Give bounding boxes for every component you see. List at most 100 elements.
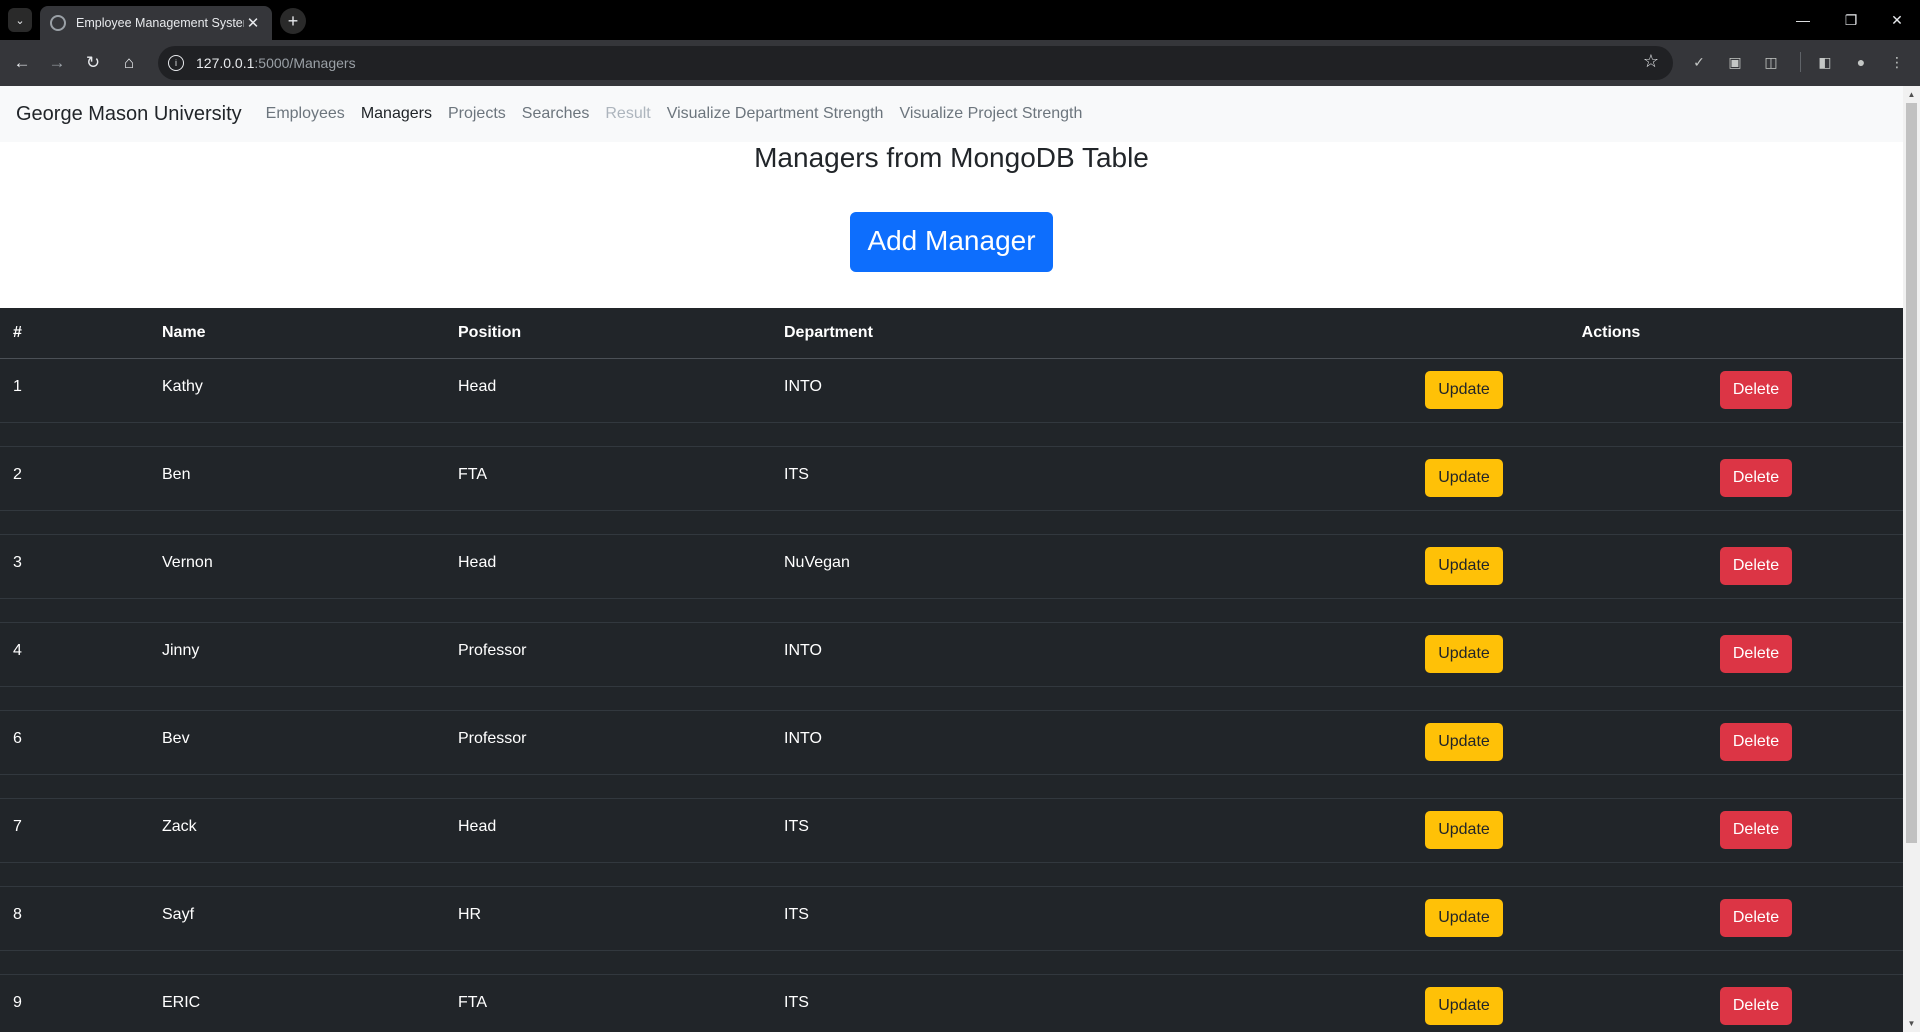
delete-cell: Delete [1609,446,1903,511]
nav-link-searches[interactable]: Searches [522,105,590,123]
update-button[interactable]: Update [1425,634,1503,673]
restore-icon[interactable]: ❐ [1830,0,1872,40]
address-bar[interactable]: i 127.0.0.1:5000/Managers ☆ [158,46,1673,80]
delete-cell: Delete [1609,534,1903,599]
row-department: ITS [771,974,1319,1032]
row-number: 1 [0,358,149,423]
update-button[interactable]: Update [1425,986,1503,1025]
browser-tabstrip: ⌄ Employee Management System ✕ + — ❐ ✕ [0,0,1920,40]
table-row: 4 Jinny Professor INTO Update Delete [0,622,1903,687]
table-row: 6 Bev Professor INTO Update Delete [0,710,1903,775]
update-cell: Update [1319,710,1609,775]
table-body: 1 Kathy Head INTO Update Delete 2 Ben FTA ITS Upda… [0,358,1903,1032]
row-spacer [0,862,1903,887]
row-number: 8 [0,886,149,951]
update-button[interactable]: Update [1425,370,1503,409]
nav-link-projects[interactable]: Projects [448,105,506,123]
window-close-icon[interactable]: ✕ [1876,0,1918,40]
back-arrow-icon[interactable]: ← [8,49,36,77]
delete-button[interactable]: Delete [1719,634,1793,673]
nav-link-result: Result [605,105,651,122]
delete-button[interactable]: Delete [1719,722,1793,761]
scroll-up-arrow-icon[interactable]: ▲ [1903,86,1920,103]
reload-icon[interactable]: ↻ [79,49,107,77]
row-position: FTA [445,974,771,1032]
managers-table-container: # Name Position Department Actions 1 Kath… [0,308,1903,1032]
update-button[interactable]: Update [1425,722,1503,761]
delete-button[interactable]: Delete [1719,986,1793,1025]
url-path: :5000/Managers [254,55,356,71]
row-number: 2 [0,446,149,511]
table-row: 3 Vernon Head NuVegan Update Delete [0,534,1903,599]
delete-button[interactable]: Delete [1719,458,1793,497]
row-name: Zack [149,798,445,863]
row-name: Ben [149,446,445,511]
shield-extension-icon[interactable]: ▣ [1724,51,1746,73]
row-spacer [0,950,1903,975]
navbar-brand[interactable]: George Mason University [16,103,242,126]
nav-link-visualize-department[interactable]: Visualize Department Strength [667,105,884,123]
row-position: Professor [445,622,771,687]
row-number: 7 [0,798,149,863]
home-icon[interactable]: ⌂ [115,49,143,77]
row-spacer-cell [0,862,1903,887]
navbar: George Mason University Employees Manage… [0,86,1903,142]
menu-kebab-icon[interactable]: ⋮ [1886,51,1908,73]
checkmark-extension-icon[interactable]: ✓ [1688,51,1710,73]
profile-avatar-icon[interactable]: ● [1850,51,1872,73]
update-cell: Update [1319,798,1609,863]
nav-link-managers[interactable]: Managers [361,105,432,123]
row-name: Vernon [149,534,445,599]
update-cell: Update [1319,446,1609,511]
update-button[interactable]: Update [1425,898,1503,937]
page-scrollbar[interactable]: ▲ ▼ [1903,86,1920,1032]
update-button[interactable]: Update [1425,546,1503,585]
side-panel-icon[interactable]: ◧ [1814,51,1836,73]
row-department: ITS [771,798,1319,863]
row-spacer-cell [0,598,1903,623]
nav-link-visualize-project[interactable]: Visualize Project Strength [899,105,1082,123]
table-row: 8 Sayf HR ITS Update Delete [0,886,1903,951]
browser-tab[interactable]: Employee Management System ✕ [40,6,272,40]
row-spacer-cell [0,774,1903,799]
add-button-wrapper: Add Manager [0,212,1903,272]
add-manager-button[interactable]: Add Manager [850,212,1053,272]
row-department: NuVegan [771,534,1319,599]
row-department: INTO [771,710,1319,775]
row-spacer [0,686,1903,711]
row-position: FTA [445,446,771,511]
table-row: 2 Ben FTA ITS Update Delete [0,446,1903,511]
delete-button[interactable]: Delete [1719,546,1793,585]
delete-button[interactable]: Delete [1719,370,1793,409]
row-name: ERIC [149,974,445,1032]
tab-search-chevron-icon[interactable]: ⌄ [8,8,32,32]
minimize-icon[interactable]: — [1782,0,1824,40]
row-spacer-cell [0,510,1903,535]
update-button[interactable]: Update [1425,458,1503,497]
scroll-down-arrow-icon[interactable]: ▼ [1903,1015,1920,1032]
update-button[interactable]: Update [1425,810,1503,849]
delete-cell: Delete [1609,974,1903,1032]
update-cell: Update [1319,534,1609,599]
bookmark-star-icon[interactable]: ☆ [1643,51,1659,72]
nav-link-employees[interactable]: Employees [266,105,345,123]
forward-arrow-icon[interactable]: → [43,49,71,77]
scrollbar-thumb[interactable] [1906,103,1917,843]
delete-button[interactable]: Delete [1719,810,1793,849]
extensions-puzzle-icon[interactable]: ◫ [1760,51,1782,73]
delete-cell: Delete [1609,358,1903,423]
delete-button[interactable]: Delete [1719,898,1793,937]
browser-toolbar: ← → ↻ ⌂ i 127.0.0.1:5000/Managers ☆ ✓ ▣ … [0,40,1920,86]
site-info-icon[interactable]: i [168,55,184,71]
tab-close-icon[interactable]: ✕ [244,14,262,32]
page-title: Managers from MongoDB Table [754,142,1149,173]
row-position: Head [445,358,771,423]
delete-cell: Delete [1609,622,1903,687]
update-cell: Update [1319,622,1609,687]
row-position: Professor [445,710,771,775]
delete-cell: Delete [1609,886,1903,951]
row-spacer-cell [0,686,1903,711]
managers-table: # Name Position Department Actions 1 Kath… [0,308,1903,1032]
new-tab-plus-icon[interactable]: + [280,8,306,34]
header-position: Position [445,308,771,359]
